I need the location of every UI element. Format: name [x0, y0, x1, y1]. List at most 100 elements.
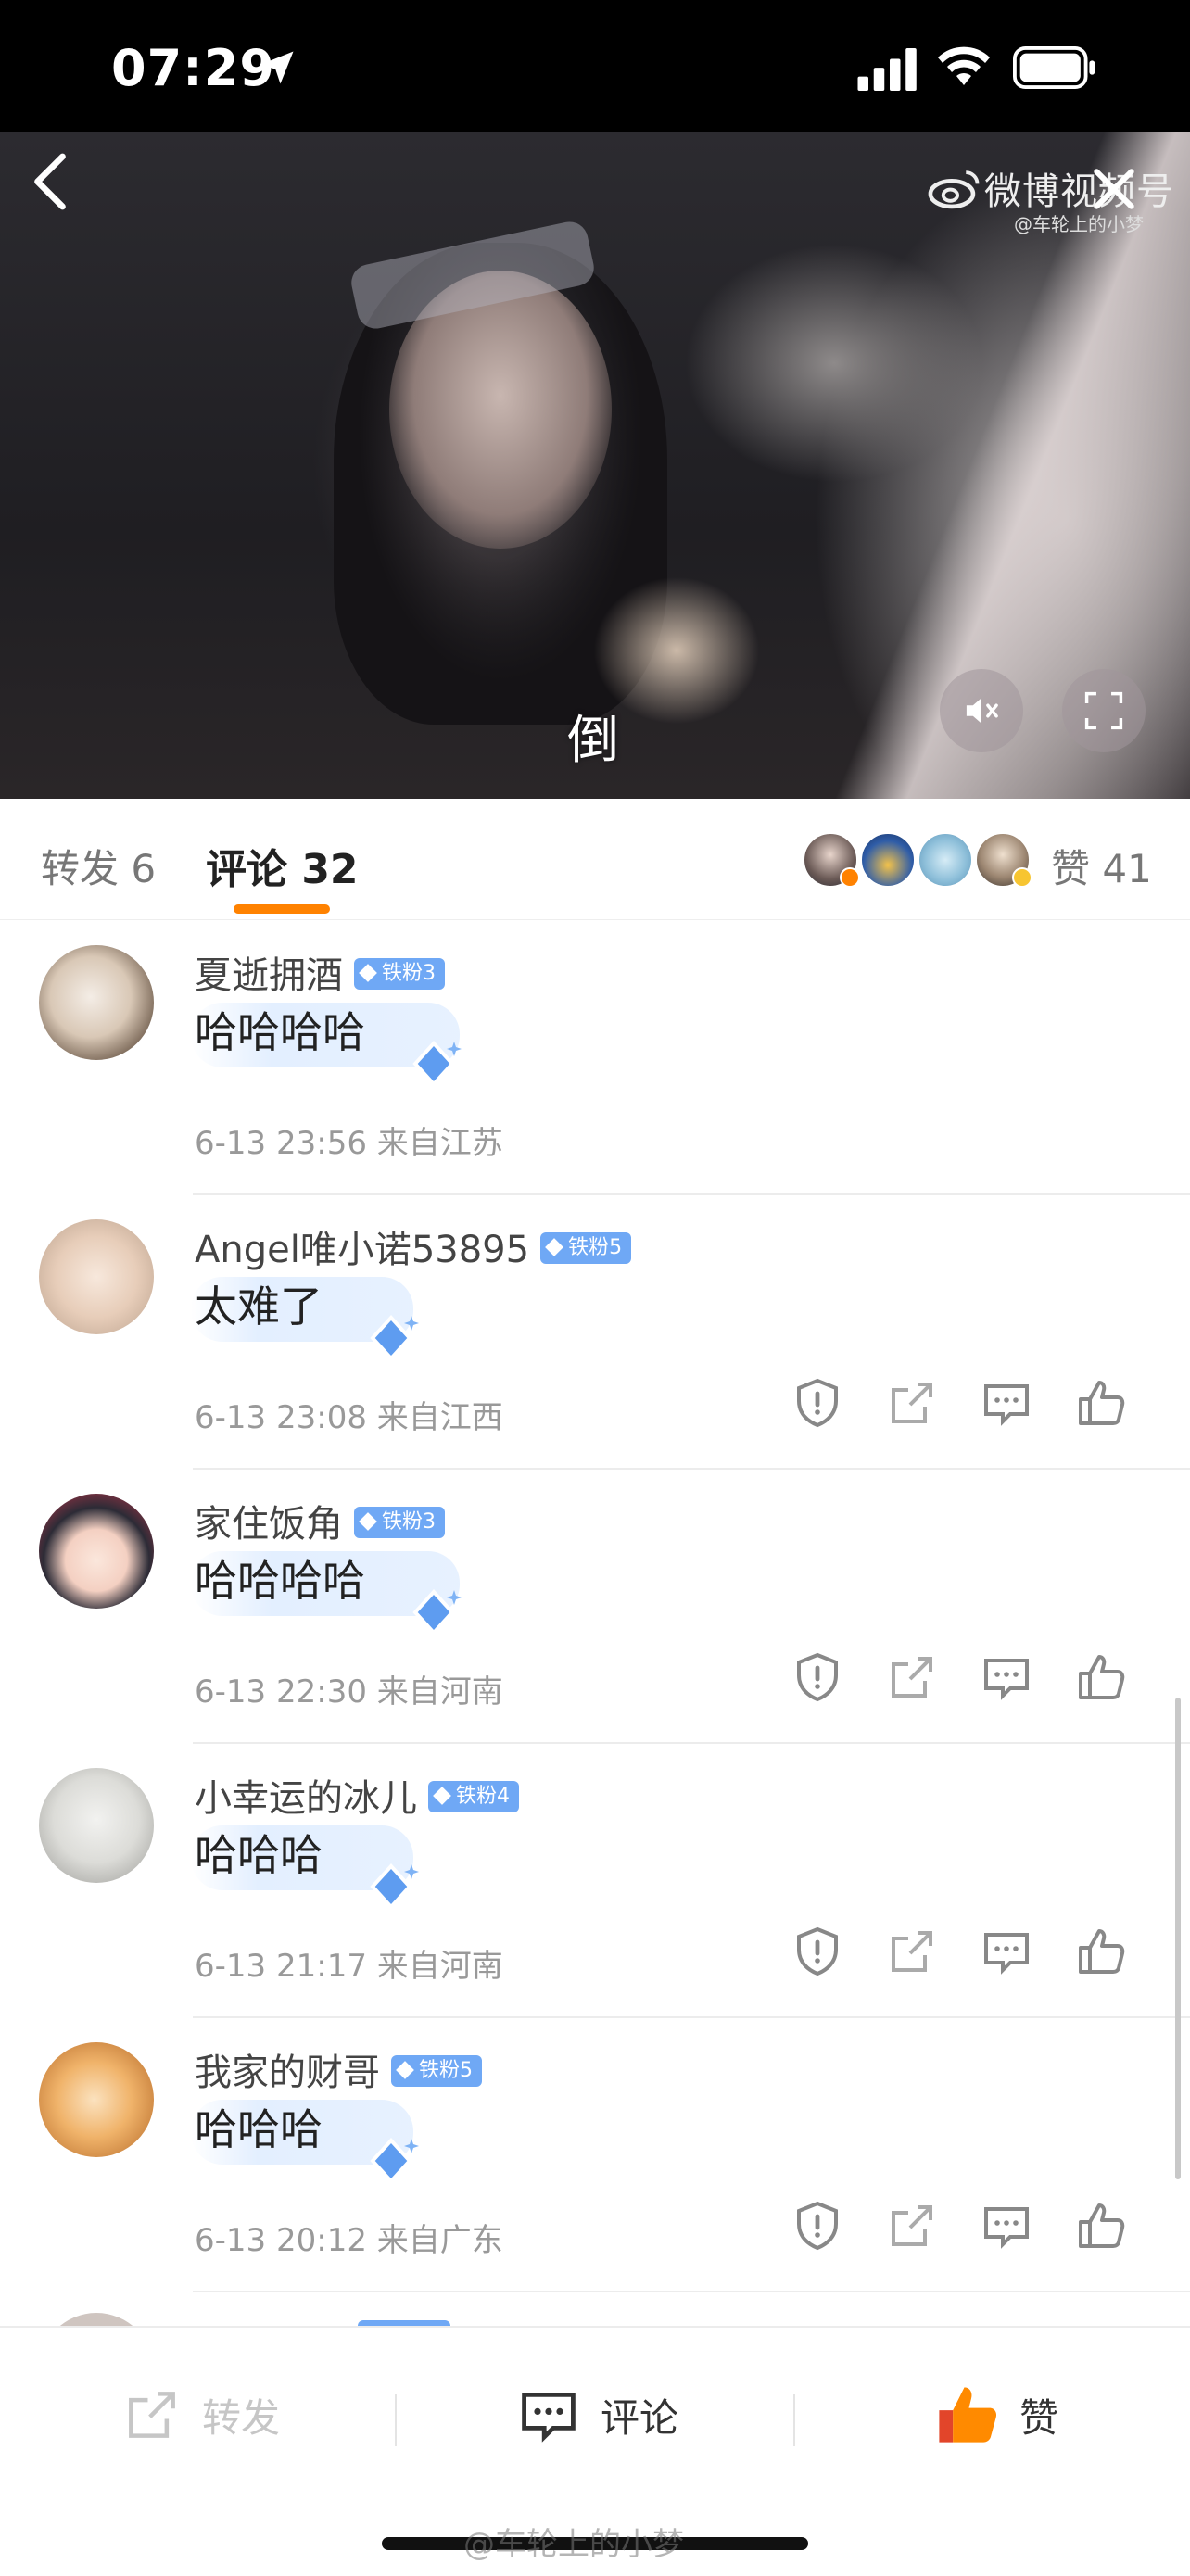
- comment-meta: 6-13 20:12 来自广东: [195, 2222, 503, 2259]
- comment-text: 哈哈哈哈: [195, 1556, 365, 1606]
- username-text: Angel唯小诺53895: [195, 1229, 530, 1271]
- fan-badge-label: 铁粉3: [382, 1510, 436, 1534]
- mute-button[interactable]: [940, 669, 1023, 752]
- share-icon[interactable]: [884, 1375, 940, 1431]
- comment-text: 太难了: [195, 1282, 323, 1332]
- wifi-icon: [938, 46, 990, 85]
- weibo-logo-icon: [928, 170, 980, 209]
- verified-badge: [840, 867, 860, 888]
- fan-badge: 铁粉3: [354, 958, 445, 990]
- comment-body: 哈哈哈哈: [191, 1551, 462, 1635]
- comment-body: 太难了: [191, 1277, 419, 1361]
- share-icon[interactable]: [884, 2198, 940, 2254]
- weibo-video-brand: 微博视频号: [984, 170, 1174, 213]
- comment-actions: [790, 1375, 1151, 1440]
- comment-text: 哈哈哈: [195, 1830, 323, 1880]
- thumbs-up-icon[interactable]: [1073, 1924, 1129, 1979]
- reply-icon[interactable]: [979, 1375, 1034, 1431]
- username-text: 小幸运的冰儿: [195, 1777, 417, 1820]
- close-icon[interactable]: [1088, 163, 1140, 215]
- status-bar: 07:29: [0, 0, 1190, 132]
- report-icon[interactable]: [790, 2198, 845, 2254]
- comment-item[interactable]: 夏逝拥酒 铁粉3 哈哈哈哈 6-13 23:56 来自江苏: [0, 921, 1190, 1195]
- divider: [793, 2394, 795, 2446]
- back-icon[interactable]: [24, 148, 76, 215]
- liker-avatars[interactable]: [803, 832, 1034, 888]
- avatar[interactable]: [39, 1494, 154, 1609]
- status-time: 07:29: [111, 39, 275, 97]
- report-icon[interactable]: [790, 1924, 845, 1979]
- thumbs-up-icon: [939, 2387, 997, 2443]
- share-icon[interactable]: [884, 1924, 940, 1979]
- comment-actions: [790, 1924, 1151, 1989]
- thumbs-up-icon[interactable]: [1073, 2198, 1129, 2254]
- diamond-sparkle-icon: [412, 1041, 462, 1087]
- thumbs-up-icon[interactable]: [1073, 1375, 1129, 1431]
- diamond-sparkle-icon: [370, 2138, 419, 2184]
- comment-item[interactable]: 我家的财哥 铁粉5 哈哈哈 6-13 20:12 来自广东: [0, 2018, 1190, 2292]
- reply-icon[interactable]: [979, 1924, 1034, 1979]
- reply-icon[interactable]: [979, 1649, 1034, 1705]
- username[interactable]: Angel唯小诺53895 铁粉5: [195, 1219, 632, 1273]
- diamond-icon: [396, 2061, 414, 2079]
- fan-badge-label: 铁粉5: [419, 2059, 473, 2082]
- thumbs-up-icon[interactable]: [1073, 1649, 1129, 1705]
- diamond-sparkle-icon: [370, 1863, 419, 1910]
- diamond-sparkle-icon: [370, 1315, 419, 1361]
- avatar[interactable]: [39, 2042, 154, 2157]
- avatar[interactable]: [39, 945, 154, 1060]
- fan-badge-label: 铁粉3: [382, 962, 436, 985]
- watermark: @车轮上的小梦: [463, 2526, 684, 2563]
- username[interactable]: 我家的财哥 铁粉5: [195, 2042, 482, 2096]
- video-subtitle: 倒: [567, 711, 619, 771]
- repost-label: 转发: [202, 2394, 281, 2441]
- tab-repost[interactable]: 转发 6: [41, 838, 156, 894]
- diamond-sparkle-icon: [412, 1589, 462, 1635]
- comment-item[interactable]: 家住饭角 铁粉3 哈哈哈哈 6-13 22:30 来自河南: [0, 1470, 1190, 1744]
- comment-meta: 6-13 22:30 来自河南: [195, 1673, 503, 1711]
- comment-meta: 6-13 21:17 来自河南: [195, 1948, 503, 1985]
- comment-text: 哈哈哈: [195, 2104, 323, 2154]
- fan-badge: 铁粉4: [428, 1781, 519, 1812]
- comment-actions: [790, 1649, 1151, 1714]
- liker-avatar: [860, 832, 916, 888]
- comment-meta: 6-13 23:56 来自江苏: [195, 1125, 503, 1162]
- comment-button[interactable]: 评论: [515, 2378, 678, 2452]
- like-button[interactable]: 赞: [932, 2378, 1058, 2452]
- fan-badge-label: 铁粉5: [568, 1236, 623, 1259]
- report-icon[interactable]: [790, 1375, 845, 1431]
- divider: [395, 2394, 397, 2446]
- diamond-icon: [433, 1787, 451, 1805]
- username[interactable]: 家住饭角 铁粉3: [195, 1494, 445, 1547]
- comment-text: 哈哈哈哈: [195, 1007, 365, 1057]
- username[interactable]: 小幸运的冰儿 铁粉4: [195, 1768, 519, 1822]
- divider: [193, 2291, 1190, 2292]
- scrollbar[interactable]: [1175, 1698, 1181, 2179]
- battery-icon: [1013, 46, 1095, 89]
- fullscreen-button[interactable]: [1062, 669, 1146, 752]
- mute-icon: [966, 698, 998, 724]
- comment-item[interactable]: Angel唯小诺53895 铁粉5 太难了 6-13 23:08 来自江西: [0, 1195, 1190, 1470]
- avatar[interactable]: [39, 1768, 154, 1883]
- active-tab-indicator: [234, 904, 330, 914]
- fullscreen-icon: [1084, 691, 1123, 730]
- verified-badge: [1012, 867, 1032, 888]
- repost-button[interactable]: 转发: [120, 2378, 280, 2452]
- detail-tabs: 转发 6 评论 32 赞 41: [0, 799, 1190, 920]
- reply-icon[interactable]: [979, 2198, 1034, 2254]
- fan-badge: 铁粉5: [540, 1232, 632, 1264]
- fan-badge: 铁粉5: [391, 2055, 482, 2087]
- comment-body: 哈哈哈: [191, 1825, 419, 1910]
- username-text: 家住饭角: [195, 1503, 343, 1546]
- report-icon[interactable]: [790, 1649, 845, 1705]
- location-arrow-icon: [260, 51, 294, 84]
- comment-body: 哈哈哈哈: [191, 1003, 462, 1087]
- comment-actions: [790, 2198, 1151, 2263]
- username[interactable]: 夏逝拥酒 铁粉3: [195, 945, 445, 999]
- tab-like[interactable]: 赞 41: [1051, 838, 1152, 894]
- tab-comment[interactable]: 评论 32: [206, 836, 359, 895]
- avatar[interactable]: [39, 1219, 154, 1334]
- diamond-icon: [545, 1238, 563, 1256]
- comment-item[interactable]: 小幸运的冰儿 铁粉4 哈哈哈 6-13 21:17 来自河南: [0, 1744, 1190, 2018]
- share-icon[interactable]: [884, 1649, 940, 1705]
